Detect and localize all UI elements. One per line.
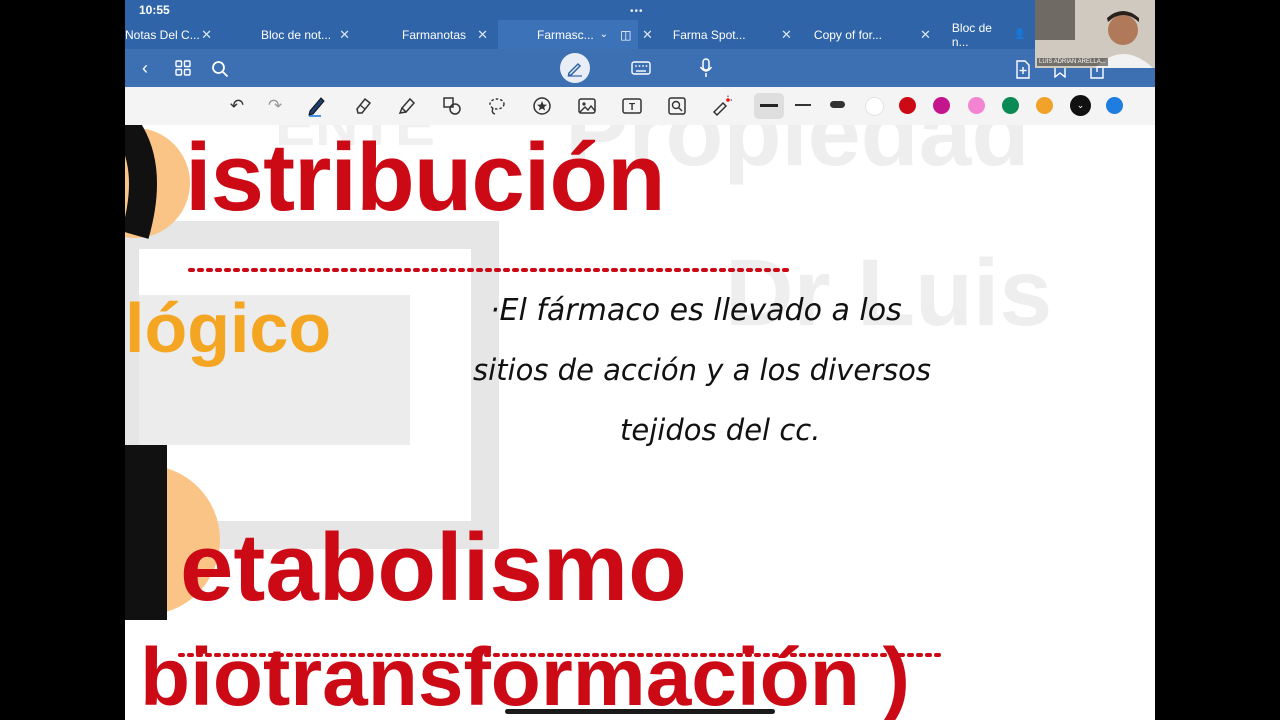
chevron-left-icon[interactable]: ‹ (135, 58, 155, 78)
redo-icon[interactable]: ↷ (263, 95, 287, 117)
tab-label: Bloc de n... (951, 20, 992, 49)
tab-copy-of[interactable]: ✕ Copy of for... (777, 20, 916, 49)
close-icon[interactable]: ✕ (781, 27, 792, 43)
highlighter-icon[interactable] (395, 95, 419, 117)
thickness-thin[interactable] (795, 104, 811, 106)
status-time: 10:55 (139, 3, 170, 17)
note-canvas[interactable]: Propiedad Dr Luis ENTE istribución lógic… (125, 125, 1155, 720)
color-orange-swatch[interactable] (1036, 97, 1053, 114)
keyboard-icon[interactable] (630, 58, 652, 78)
drawing-toolbar: ↶ ↷ T ⌄ (125, 87, 1155, 126)
color-pink-swatch[interactable] (968, 97, 985, 114)
tab-farmasc-active[interactable]: Farmasc... ⌄ ◫ (498, 20, 638, 49)
thickness-thick-selected[interactable] (754, 93, 784, 119)
close-icon[interactable]: ✕ (339, 27, 350, 43)
undo-icon[interactable]: ↶ (225, 95, 249, 117)
color-red-swatch[interactable] (899, 97, 916, 114)
svg-text:T: T (629, 102, 635, 113)
add-page-icon[interactable] (1013, 58, 1033, 80)
eraser-icon[interactable] (351, 95, 375, 117)
color-black-swatch-selected[interactable]: ⌄ (1070, 95, 1091, 116)
heading-distribucion: istribución (185, 125, 666, 231)
lasso-icon[interactable] (485, 95, 509, 117)
pen-mode-icon[interactable] (560, 53, 590, 83)
laser-pointer-icon[interactable] (710, 95, 734, 117)
tab-label: Farmasc... (537, 27, 594, 42)
search-icon[interactable] (209, 58, 231, 80)
image-icon[interactable] (575, 95, 599, 117)
heading-metabolismo: etabolismo (180, 514, 687, 621)
grid-icon[interactable] (173, 58, 193, 78)
close-icon[interactable]: ✕ (201, 27, 212, 43)
shapes-icon[interactable] (440, 95, 464, 117)
pen-icon[interactable] (305, 95, 329, 117)
home-indicator[interactable] (505, 709, 775, 714)
thickness-medium[interactable] (830, 101, 845, 108)
text-icon[interactable]: T (620, 95, 644, 117)
ipad-screen: 10:55 ••• Notas Del C... ✕ Bloc de not..… (125, 0, 1155, 720)
sticker-icon[interactable] (530, 95, 554, 117)
color-white-swatch[interactable] (865, 97, 884, 116)
tab-bar: 10:55 ••• Notas Del C... ✕ Bloc de not..… (125, 0, 1155, 49)
camera-icon[interactable] (665, 95, 689, 117)
webcam-name-label: LUIS ADRIAN ARELLA... (1037, 58, 1108, 66)
tab-label: Farma Spot... (672, 27, 746, 42)
heading-biotransformacion: biotransformación ) (140, 632, 910, 720)
tab-bloc-n[interactable]: ✕ Bloc de n... 👤 (916, 20, 1026, 49)
navigation-toolbar: ‹ (125, 49, 1155, 87)
tab-label: Farmanotas (402, 27, 467, 42)
close-icon[interactable]: ✕ (920, 27, 931, 43)
close-icon[interactable]: ✕ (642, 27, 653, 43)
shared-icon: 👤 (1013, 29, 1026, 40)
split-view-icon[interactable]: ◫ (620, 28, 631, 42)
note-line-3: tejidos del cc. (620, 413, 821, 447)
tab-label: Bloc de not... (261, 27, 332, 42)
tab-notas[interactable]: Notas Del C... ✕ (125, 20, 230, 49)
tab-label: Notas Del C... (125, 27, 200, 42)
multitask-dots[interactable]: ••• (630, 6, 644, 17)
microphone-icon[interactable] (696, 57, 716, 79)
note-line-2: sitios de acción y a los diversos (473, 353, 932, 387)
color-blue-swatch[interactable] (1106, 97, 1123, 114)
chevron-down-icon[interactable]: ⌄ (600, 29, 608, 40)
note-line-1: ·El fármaco es llevado a los (490, 293, 902, 328)
close-icon[interactable]: ✕ (477, 27, 488, 43)
tab-label: Copy of for... (813, 27, 882, 42)
color-green-swatch[interactable] (1002, 97, 1019, 114)
tab-farmanotas[interactable]: Farmanotas ✕ (368, 20, 506, 49)
color-magenta-swatch[interactable] (933, 97, 950, 114)
webcam-overlay: LUIS ADRIAN ARELLA... (1035, 0, 1155, 68)
tab-bloc-notas[interactable]: Bloc de not... ✕ (230, 20, 368, 49)
orange-word: lógico (125, 289, 332, 367)
tab-farma-spot[interactable]: ✕ Farma Spot... (638, 20, 777, 49)
